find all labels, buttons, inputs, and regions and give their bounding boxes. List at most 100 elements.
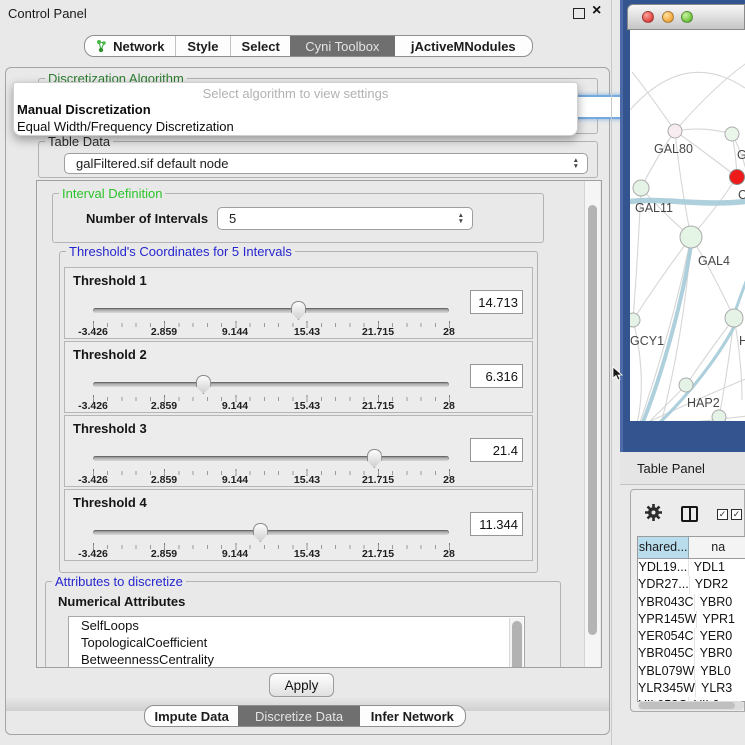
checkbox-column-icon[interactable]: ✓ bbox=[731, 509, 742, 520]
gear-icon[interactable] bbox=[644, 503, 663, 527]
threshold-2-value-field[interactable] bbox=[470, 364, 523, 388]
node-red-selected[interactable] bbox=[730, 170, 745, 185]
slider-thumb[interactable] bbox=[196, 375, 211, 394]
tab-infer-network[interactable]: Infer Network bbox=[360, 706, 465, 726]
tick-label: 15.43 bbox=[294, 326, 320, 338]
float-window-icon[interactable] bbox=[573, 8, 585, 19]
table-row[interactable]: YER054CYER0 bbox=[638, 628, 745, 645]
tab-impute-data[interactable]: Impute Data bbox=[145, 706, 238, 726]
node-top-right[interactable] bbox=[725, 127, 739, 141]
tick-label: 15.43 bbox=[294, 474, 320, 486]
tab-discretize-data[interactable]: Discretize Data bbox=[238, 706, 359, 726]
tab-impute-data-label: Impute Data bbox=[155, 709, 229, 724]
list-item[interactable]: SelfLoops bbox=[69, 617, 524, 634]
network-graph-icon bbox=[95, 39, 108, 53]
threshold-1-value-field[interactable] bbox=[470, 290, 523, 314]
minimize-traffic-light-icon[interactable] bbox=[662, 11, 674, 23]
threshold-1-slider[interactable] bbox=[93, 301, 449, 320]
tick-label: 9.144 bbox=[222, 474, 248, 486]
tick-label: 9.144 bbox=[222, 326, 248, 338]
node-gal80[interactable] bbox=[668, 124, 682, 138]
network-canvas[interactable]: GAL80 GA GAL11 GAL4 GCY1 H HAP2 C bbox=[630, 30, 745, 421]
dropdown-option-equal-width[interactable]: Equal Width/Frequency Discretization bbox=[14, 118, 577, 135]
threshold-2-slider[interactable] bbox=[93, 375, 449, 394]
threshold-3-panel: Threshold 3 -3.426 2.859 9.144 15.43 21.… bbox=[64, 415, 533, 487]
tick-label: 28 bbox=[443, 400, 455, 412]
node-bottom[interactable] bbox=[712, 410, 726, 421]
checkbox-column-icon[interactable]: ✓ bbox=[717, 509, 728, 520]
node-label: GA bbox=[737, 148, 745, 162]
node-h[interactable] bbox=[725, 309, 743, 327]
threshold-2-label: Threshold 2 bbox=[73, 347, 147, 362]
slider-track[interactable] bbox=[93, 530, 449, 535]
tick-label: -3.426 bbox=[78, 326, 108, 338]
list-item[interactable]: TopologicalCoefficient bbox=[69, 634, 524, 651]
slider-track[interactable] bbox=[93, 456, 449, 461]
tab-network[interactable]: Network bbox=[85, 36, 175, 56]
node-label: HAP2 bbox=[687, 396, 720, 410]
node-hap2[interactable] bbox=[679, 378, 693, 392]
table-horizontal-scrollbar[interactable] bbox=[638, 701, 744, 710]
column-header-name[interactable]: na bbox=[689, 537, 745, 558]
tick-label: 2.859 bbox=[151, 548, 177, 560]
column-header-shared-name[interactable]: shared... bbox=[638, 537, 689, 558]
dropdown-hint-item: Select algorithm to view settings bbox=[14, 83, 577, 101]
list-scrollbar[interactable] bbox=[509, 618, 523, 668]
table-row[interactable]: YLR345WYLR3 bbox=[638, 680, 745, 697]
slider-thumb[interactable] bbox=[367, 449, 382, 468]
algorithm-dropdown-popup: Select algorithm to view settings Manual… bbox=[13, 82, 578, 136]
tab-jactivemnodules[interactable]: jActiveMNodules bbox=[395, 36, 532, 56]
threshold-1-panel: Threshold 1 -3.426 2.859 9.144 15.43 21.… bbox=[64, 267, 533, 339]
zoom-traffic-light-icon[interactable] bbox=[681, 11, 693, 23]
slider-thumb[interactable] bbox=[291, 301, 306, 320]
table-row[interactable]: YDL19...YDL1 bbox=[638, 559, 745, 576]
node-label: GCY1 bbox=[630, 334, 664, 348]
tab-cyni-toolbox[interactable]: Cyni Toolbox bbox=[290, 36, 395, 56]
table-row[interactable]: YDR27...YDR2 bbox=[638, 576, 745, 593]
list-item[interactable]: BetweennessCentrality bbox=[69, 651, 524, 668]
tab-select[interactable]: Select bbox=[230, 36, 290, 56]
apply-button[interactable]: Apply bbox=[269, 673, 334, 697]
node-table[interactable]: shared... na YDL19...YDL1 YDR27...YDR2 Y… bbox=[637, 536, 745, 702]
node-label: C bbox=[738, 188, 745, 202]
slider-track[interactable] bbox=[93, 382, 449, 387]
table-row[interactable]: YBR043CYBR0 bbox=[638, 594, 745, 611]
tab-network-label: Network bbox=[113, 39, 164, 54]
table-row[interactable]: YPR145WYPR1 bbox=[638, 611, 745, 628]
close-icon[interactable]: × bbox=[592, 2, 601, 20]
tick-label: 28 bbox=[443, 474, 455, 486]
threshold-3-value-field[interactable] bbox=[470, 438, 523, 462]
table-data-value: galFiltered.sif default node bbox=[76, 156, 228, 171]
node-label: GAL80 bbox=[654, 142, 693, 156]
tick-label: 21.715 bbox=[362, 548, 394, 560]
cyni-mode-tabbar: Impute Data Discretize Data Infer Networ… bbox=[144, 705, 466, 727]
table-row[interactable]: YBL079WYBL0 bbox=[638, 663, 745, 680]
threshold-3-slider[interactable] bbox=[93, 449, 449, 468]
slider-ticks bbox=[93, 471, 450, 475]
threshold-2-panel: Threshold 2 -3.426 2.859 9.144 15.43 21.… bbox=[64, 341, 533, 413]
tab-style[interactable]: Style bbox=[175, 36, 231, 56]
settings-scrollbar-thumb[interactable] bbox=[588, 205, 597, 635]
tick-label: 2.859 bbox=[151, 474, 177, 486]
table-data-combobox[interactable]: galFiltered.sif default node ▲▼ bbox=[64, 153, 588, 174]
table-row[interactable]: YBR045CYBR0 bbox=[638, 645, 745, 662]
node-gal11[interactable] bbox=[633, 180, 649, 196]
split-view-icon[interactable] bbox=[681, 506, 698, 522]
slider-thumb[interactable] bbox=[253, 523, 268, 542]
tick-label: 9.144 bbox=[222, 548, 248, 560]
threshold-4-value-field[interactable] bbox=[470, 512, 523, 536]
tab-cyni-toolbox-label: Cyni Toolbox bbox=[305, 39, 379, 54]
close-traffic-light-icon[interactable] bbox=[642, 11, 654, 23]
node-gal4[interactable] bbox=[680, 226, 702, 248]
tick-label: 28 bbox=[443, 326, 455, 338]
settings-scrollbar[interactable] bbox=[584, 181, 600, 667]
number-of-intervals-combobox[interactable]: 5 ▲▼ bbox=[217, 207, 473, 230]
dropdown-option-manual[interactable]: Manual Discretization bbox=[14, 101, 577, 118]
slider-ticks bbox=[93, 545, 450, 549]
numerical-attributes-list[interactable]: SelfLoops TopologicalCoefficient Between… bbox=[68, 616, 525, 668]
node-gcy1[interactable] bbox=[630, 313, 640, 327]
network-window-titlebar bbox=[627, 4, 745, 30]
threshold-4-slider[interactable] bbox=[93, 523, 449, 542]
slider-track[interactable] bbox=[93, 308, 449, 313]
tick-label: 2.859 bbox=[151, 326, 177, 338]
